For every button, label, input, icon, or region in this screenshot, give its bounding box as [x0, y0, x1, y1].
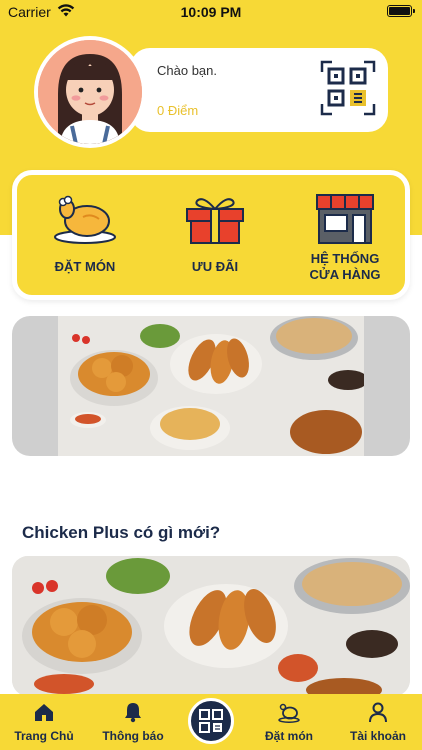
- order-menu-label: ĐẶT MÓN: [54, 259, 116, 274]
- points-text: 0 Điểm: [157, 103, 199, 118]
- clock: 10:09 PM: [180, 4, 242, 20]
- store-system-label-line1: HỆ THỐNG: [310, 251, 380, 266]
- tab-account-label: Tài khoản: [349, 729, 406, 743]
- tab-notifications-label: Thông báo: [102, 729, 164, 743]
- store-system-menu-label: HỆ THỐNG CỬA HÀNG: [285, 251, 405, 283]
- qr-code-icon: [199, 709, 223, 733]
- user-icon: [369, 702, 387, 723]
- store-icon: [316, 194, 374, 244]
- order-menu-item[interactable]: ĐẶT MÓN: [25, 175, 145, 295]
- promo-banner[interactable]: [12, 316, 410, 456]
- news-section-title: Chicken Plus có gì mới?: [22, 523, 221, 542]
- qr-scan-button[interactable]: [188, 698, 234, 744]
- tab-home-label: Trang Chủ: [14, 729, 74, 743]
- bell-icon: [125, 703, 141, 723]
- girl-avatar-icon: [38, 40, 142, 144]
- tab-order-label: Đặt món: [265, 729, 313, 743]
- gift-box-icon: [186, 198, 244, 244]
- qr-code-icon[interactable]: [320, 60, 376, 116]
- greeting-text: Chào bạn.: [157, 63, 217, 78]
- news-card-image[interactable]: [12, 556, 410, 696]
- store-system-menu-item[interactable]: HỆ THỐNG CỬA HÀNG: [285, 175, 405, 295]
- promotions-menu-item[interactable]: ƯU ĐÃI: [155, 175, 275, 295]
- quick-menu: ĐẶT MÓN ƯU ĐÃI HỆ THỐNG CỬA HÀNG: [12, 170, 410, 300]
- tab-notifications[interactable]: Thông báo: [88, 694, 178, 750]
- avatar[interactable]: [34, 36, 146, 148]
- fried-chicken-icon: [54, 195, 116, 244]
- tab-order[interactable]: Đặt món: [244, 694, 334, 750]
- battery-icon: [387, 5, 415, 17]
- home-icon: [35, 704, 53, 721]
- tab-account[interactable]: Tài khoản: [334, 694, 422, 750]
- promotions-menu-label: ƯU ĐÃI: [191, 259, 239, 274]
- order-chicken-icon: [278, 703, 300, 723]
- food-photo: [12, 556, 410, 696]
- status-bar: Carrier 10:09 PM: [0, 0, 422, 24]
- food-photo: [58, 316, 364, 456]
- tab-home[interactable]: Trang Chủ: [0, 694, 88, 750]
- store-system-label-line2: CỬA HÀNG: [309, 267, 381, 282]
